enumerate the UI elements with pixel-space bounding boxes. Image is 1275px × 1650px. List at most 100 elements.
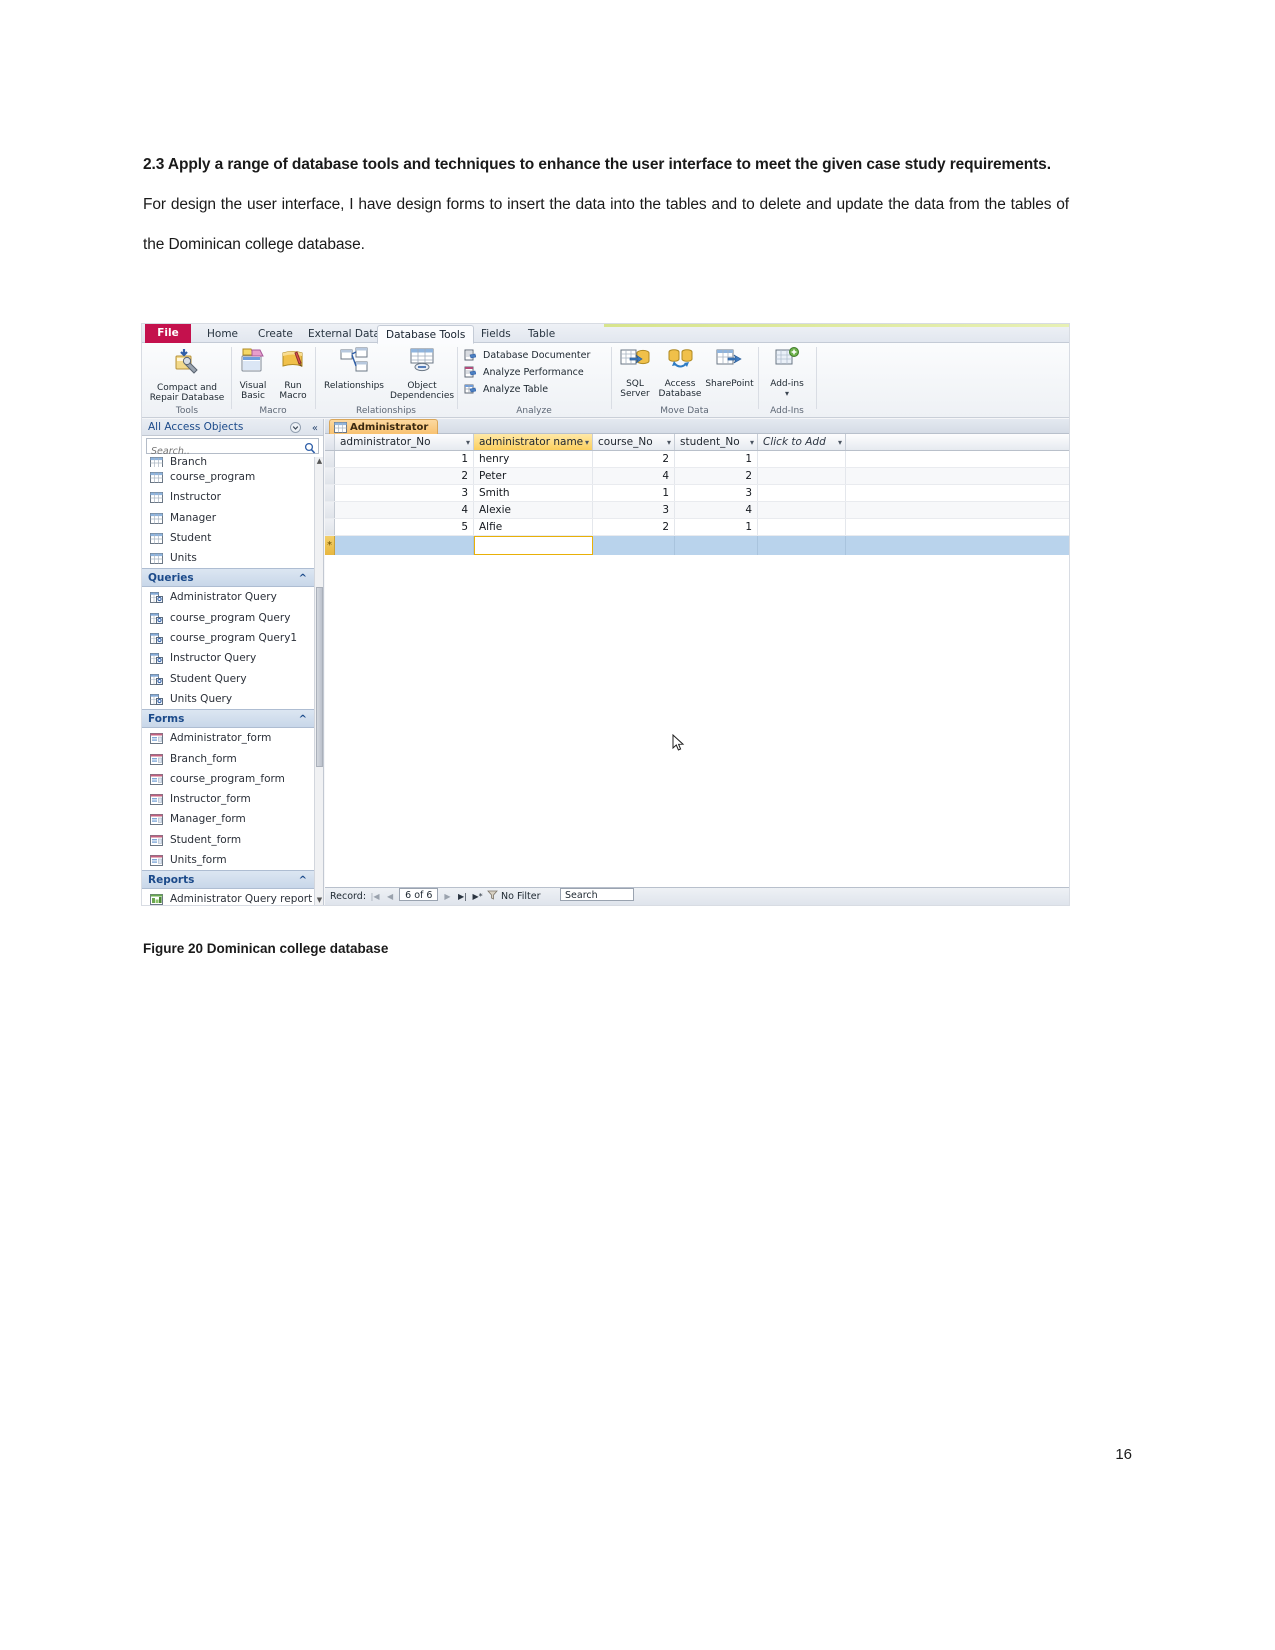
record-position-box[interactable]: 6 of 6 — [399, 888, 439, 901]
cell-administrator-name[interactable]: Smith — [474, 485, 593, 501]
sharepoint-button[interactable]: SharePoint — [704, 347, 755, 389]
cell-course-no[interactable]: 4 — [593, 468, 675, 484]
table-row[interactable]: 5 Alfie 2 1 — [325, 519, 1069, 536]
last-record-icon[interactable]: ▶| — [456, 888, 468, 905]
chevron-up-icon[interactable]: ^ — [299, 710, 307, 729]
document-tab-administrator[interactable]: Administrator — [329, 419, 439, 434]
nav-item-student[interactable]: Student — [142, 528, 314, 548]
cell-empty[interactable] — [758, 468, 846, 484]
cell-empty[interactable] — [758, 519, 846, 535]
nav-item-units-query[interactable]: Units Query — [142, 689, 314, 709]
tab-fields[interactable]: Fields — [473, 326, 519, 343]
nav-item-branch[interactable]: Branch — [142, 457, 314, 467]
nav-item-units[interactable]: Units — [142, 548, 314, 568]
filter-status[interactable]: No Filter — [487, 888, 541, 905]
cell-empty[interactable] — [758, 451, 846, 467]
nav-item-branch-form[interactable]: Branch_form — [142, 749, 314, 769]
cell-course-no[interactable]: 1 — [593, 485, 675, 501]
cell-course-no[interactable]: 2 — [593, 451, 675, 467]
cell-empty[interactable] — [758, 502, 846, 518]
cell-administrator-no[interactable]: 3 — [335, 485, 474, 501]
nav-item-administrator-query[interactable]: Administrator Query — [142, 587, 314, 607]
nav-item-student-form[interactable]: Student_form — [142, 830, 314, 850]
tab-database-tools[interactable]: Database Tools — [377, 325, 475, 344]
table-row[interactable]: 2 Peter 4 2 — [325, 468, 1069, 485]
nav-item-units-form[interactable]: Units_form — [142, 850, 314, 870]
access-database-button[interactable]: Access Database — [656, 347, 704, 399]
new-record-marker[interactable]: * — [325, 536, 335, 555]
navigation-pane-menu-icon[interactable] — [290, 422, 301, 439]
first-record-icon[interactable]: |◀ — [369, 888, 381, 905]
add-ins-button[interactable]: Add-ins ▾ — [761, 347, 813, 399]
cell-administrator-name[interactable]: henry — [474, 451, 593, 467]
analyze-performance-button[interactable]: Analyze Performance — [464, 365, 584, 380]
tab-create[interactable]: Create — [250, 326, 301, 343]
nav-item-administrator-query-report[interactable]: Administrator Query report — [142, 889, 314, 905]
column-header-click-to-add[interactable]: Click to Add ▾ — [758, 434, 846, 450]
nav-item-administrator-form[interactable]: Administrator_form — [142, 728, 314, 748]
nav-item-instructor-form[interactable]: Instructor_form — [142, 789, 314, 809]
nav-item-course-program[interactable]: course_program — [142, 467, 314, 487]
object-dependencies-button[interactable]: Object Dependencies — [390, 347, 454, 401]
column-header-administrator-no[interactable]: administrator_No ▾ — [335, 434, 474, 450]
nav-item-course-program-query[interactable]: course_program Query — [142, 608, 314, 628]
navigation-scrollbar-thumb[interactable] — [316, 587, 323, 767]
scroll-up-icon[interactable]: ▲ — [315, 457, 324, 466]
new-cell-course-no[interactable] — [593, 536, 675, 555]
column-header-student-no[interactable]: student_No ▾ — [675, 434, 758, 450]
nav-item-student-query[interactable]: Student Query — [142, 669, 314, 689]
navigation-pane-collapse-icon[interactable]: « — [312, 420, 318, 437]
navigation-search-box[interactable] — [146, 438, 319, 459]
cell-administrator-no[interactable]: 2 — [335, 468, 474, 484]
nav-group-queries[interactable]: Queries ^ — [142, 568, 314, 588]
column-header-course-no[interactable]: course_No ▾ — [593, 434, 675, 450]
cell-student-no[interactable]: 1 — [675, 519, 758, 535]
previous-record-icon[interactable]: ◀ — [384, 888, 396, 905]
chevron-down-icon[interactable]: ▾ — [466, 434, 470, 450]
new-record-icon[interactable]: ▶* — [472, 888, 484, 905]
cell-student-no[interactable]: 2 — [675, 468, 758, 484]
navigation-pane-header[interactable]: All Access Objects « — [142, 419, 323, 436]
cell-student-no[interactable]: 1 — [675, 451, 758, 467]
cell-administrator-no[interactable]: 5 — [335, 519, 474, 535]
table-row[interactable]: 1 henry 2 1 — [325, 451, 1069, 468]
next-record-icon[interactable]: ▶ — [441, 888, 453, 905]
nav-item-instructor-query[interactable]: Instructor Query — [142, 648, 314, 668]
navigation-scrollbar[interactable]: ▲ ▼ — [314, 457, 323, 905]
row-selector[interactable] — [325, 468, 335, 484]
new-cell-administrator-no[interactable] — [335, 536, 474, 555]
new-record-row[interactable]: * — [325, 536, 1069, 555]
scroll-down-icon[interactable]: ▼ — [315, 896, 324, 905]
tab-table[interactable]: Table — [520, 326, 563, 343]
nav-group-reports[interactable]: Reports ^ — [142, 870, 314, 890]
nav-item-manager[interactable]: Manager — [142, 508, 314, 528]
new-cell-administrator-name[interactable] — [474, 536, 593, 555]
cell-student-no[interactable]: 4 — [675, 502, 758, 518]
nav-item-course-program-query1[interactable]: course_program Query1 — [142, 628, 314, 648]
row-selector[interactable] — [325, 451, 335, 467]
row-selector[interactable] — [325, 519, 335, 535]
datasheet-search-box[interactable]: Search — [560, 888, 634, 905]
chevron-down-icon[interactable]: ▾ — [667, 434, 671, 450]
nav-group-forms[interactable]: Forms ^ — [142, 709, 314, 729]
row-selector[interactable] — [325, 502, 335, 518]
add-ins-dropdown-arrow-icon[interactable]: ▾ — [761, 389, 813, 399]
select-all-corner[interactable] — [325, 434, 335, 450]
visual-basic-button[interactable]: Visual Basic — [234, 347, 272, 401]
tab-home[interactable]: Home — [199, 326, 246, 343]
cell-administrator-no[interactable]: 4 — [335, 502, 474, 518]
nav-item-course-program-form[interactable]: course_program_form — [142, 769, 314, 789]
tab-file[interactable]: File — [145, 324, 191, 343]
sql-server-button[interactable]: SQL Server — [614, 347, 656, 399]
datasheet-search-input[interactable]: Search — [560, 888, 634, 901]
nav-item-manager-form[interactable]: Manager_form — [142, 809, 314, 829]
row-selector[interactable] — [325, 485, 335, 501]
cell-administrator-no[interactable]: 1 — [335, 451, 474, 467]
chevron-up-icon[interactable]: ^ — [299, 871, 307, 890]
table-row[interactable]: 4 Alexie 3 4 — [325, 502, 1069, 519]
cell-administrator-name[interactable]: Alfie — [474, 519, 593, 535]
table-row[interactable]: 3 Smith 1 3 — [325, 485, 1069, 502]
tab-external-data[interactable]: External Data — [300, 326, 388, 343]
navigation-object-list[interactable]: Branch course_program Instructor Manager — [142, 457, 314, 905]
new-cell-empty[interactable] — [758, 536, 846, 555]
